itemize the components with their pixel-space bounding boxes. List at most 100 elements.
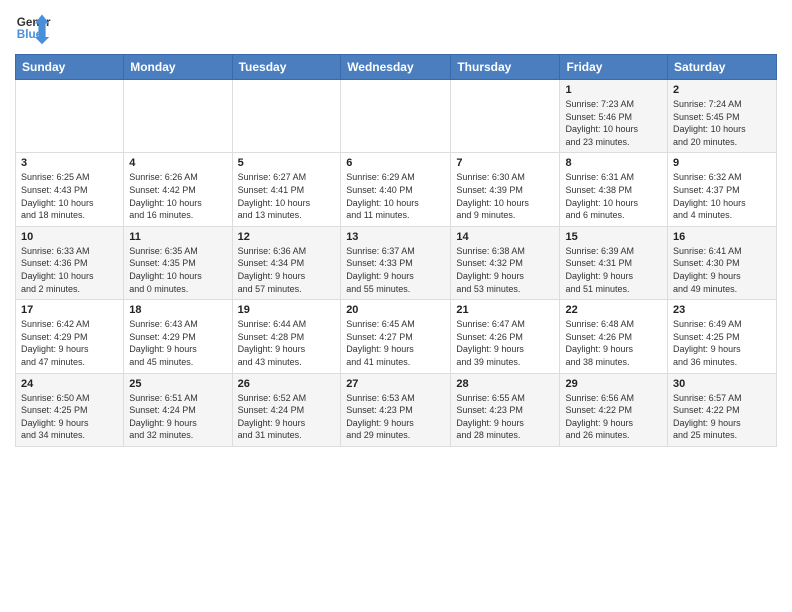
logo-icon: General Blue <box>15 10 51 46</box>
calendar-week-3: 10 Sunrise: 6:33 AM Sunset: 4:36 PM Dayli… <box>16 226 777 299</box>
calendar-cell: 27 Sunrise: 6:53 AM Sunset: 4:23 PM Dayli… <box>341 373 451 446</box>
day-info: Sunrise: 6:55 AM Sunset: 4:23 PM Dayligh… <box>456 392 554 442</box>
day-info: Sunrise: 6:38 AM Sunset: 4:32 PM Dayligh… <box>456 245 554 295</box>
day-number: 4 <box>129 157 226 169</box>
day-number: 30 <box>673 378 771 390</box>
day-number: 10 <box>21 231 118 243</box>
calendar-cell: 9 Sunrise: 6:32 AM Sunset: 4:37 PM Daylig… <box>668 153 777 226</box>
day-info: Sunrise: 6:50 AM Sunset: 4:25 PM Dayligh… <box>21 392 118 442</box>
day-number: 24 <box>21 378 118 390</box>
day-number: 19 <box>238 304 336 316</box>
calendar-cell: 11 Sunrise: 6:35 AM Sunset: 4:35 PM Dayli… <box>124 226 232 299</box>
day-info: Sunrise: 6:30 AM Sunset: 4:39 PM Dayligh… <box>456 171 554 221</box>
day-info: Sunrise: 6:47 AM Sunset: 4:26 PM Dayligh… <box>456 318 554 368</box>
column-header-tuesday: Tuesday <box>232 55 341 80</box>
day-info: Sunrise: 6:39 AM Sunset: 4:31 PM Dayligh… <box>565 245 662 295</box>
calendar-cell: 24 Sunrise: 6:50 AM Sunset: 4:25 PM Dayli… <box>16 373 124 446</box>
day-number: 29 <box>565 378 662 390</box>
calendar-cell: 18Sunrise: 6:43 AM Sunset: 4:29 PM Dayli… <box>124 300 232 373</box>
calendar-week-5: 24 Sunrise: 6:50 AM Sunset: 4:25 PM Dayli… <box>16 373 777 446</box>
day-info: Sunrise: 6:32 AM Sunset: 4:37 PM Dayligh… <box>673 171 771 221</box>
calendar-cell: 28Sunrise: 6:55 AM Sunset: 4:23 PM Dayli… <box>451 373 560 446</box>
calendar-cell: 22 Sunrise: 6:48 AM Sunset: 4:26 PM Dayli… <box>560 300 668 373</box>
day-number: 2 <box>673 84 771 96</box>
day-info: Sunrise: 6:44 AM Sunset: 4:28 PM Dayligh… <box>238 318 336 368</box>
day-info: Sunrise: 6:43 AM Sunset: 4:29 PM Dayligh… <box>129 318 226 368</box>
day-number: 7 <box>456 157 554 169</box>
calendar-cell: 4 Sunrise: 6:26 AM Sunset: 4:42 PM Daylig… <box>124 153 232 226</box>
calendar-week-4: 17 Sunrise: 6:42 AM Sunset: 4:29 PM Dayli… <box>16 300 777 373</box>
day-info: Sunrise: 6:49 AM Sunset: 4:25 PM Dayligh… <box>673 318 771 368</box>
day-info: Sunrise: 6:25 AM Sunset: 4:43 PM Dayligh… <box>21 171 118 221</box>
logo: General Blue <box>15 10 51 46</box>
page-header: General Blue <box>15 10 777 46</box>
calendar-cell: 17 Sunrise: 6:42 AM Sunset: 4:29 PM Dayli… <box>16 300 124 373</box>
calendar-cell: 16Sunrise: 6:41 AM Sunset: 4:30 PM Dayli… <box>668 226 777 299</box>
day-info: Sunrise: 7:23 AM Sunset: 5:46 PM Dayligh… <box>565 98 662 148</box>
calendar-cell: 12 Sunrise: 6:36 AM Sunset: 4:34 PM Dayli… <box>232 226 341 299</box>
day-info: Sunrise: 7:24 AM Sunset: 5:45 PM Dayligh… <box>673 98 771 148</box>
day-info: Sunrise: 6:26 AM Sunset: 4:42 PM Dayligh… <box>129 171 226 221</box>
day-number: 23 <box>673 304 771 316</box>
calendar-cell: 14 Sunrise: 6:38 AM Sunset: 4:32 PM Dayli… <box>451 226 560 299</box>
day-number: 8 <box>565 157 662 169</box>
calendar-cell <box>451 80 560 153</box>
calendar-cell: 2 Sunrise: 7:24 AM Sunset: 5:45 PM Daylig… <box>668 80 777 153</box>
day-number: 17 <box>21 304 118 316</box>
column-header-monday: Monday <box>124 55 232 80</box>
calendar-cell <box>232 80 341 153</box>
day-info: Sunrise: 6:37 AM Sunset: 4:33 PM Dayligh… <box>346 245 445 295</box>
calendar-cell: 30 Sunrise: 6:57 AM Sunset: 4:22 PM Dayli… <box>668 373 777 446</box>
calendar-week-2: 3Sunrise: 6:25 AM Sunset: 4:43 PM Daylig… <box>16 153 777 226</box>
calendar-cell: 5 Sunrise: 6:27 AM Sunset: 4:41 PM Daylig… <box>232 153 341 226</box>
day-info: Sunrise: 6:48 AM Sunset: 4:26 PM Dayligh… <box>565 318 662 368</box>
column-header-thursday: Thursday <box>451 55 560 80</box>
calendar-cell: 7 Sunrise: 6:30 AM Sunset: 4:39 PM Daylig… <box>451 153 560 226</box>
day-number: 6 <box>346 157 445 169</box>
day-info: Sunrise: 6:33 AM Sunset: 4:36 PM Dayligh… <box>21 245 118 295</box>
calendar-cell: 29 Sunrise: 6:56 AM Sunset: 4:22 PM Dayli… <box>560 373 668 446</box>
calendar-header-row: SundayMondayTuesdayWednesdayThursdayFrid… <box>16 55 777 80</box>
calendar-cell: 1 Sunrise: 7:23 AM Sunset: 5:46 PM Daylig… <box>560 80 668 153</box>
day-number: 11 <box>129 231 226 243</box>
calendar-cell: 23 Sunrise: 6:49 AM Sunset: 4:25 PM Dayli… <box>668 300 777 373</box>
day-number: 27 <box>346 378 445 390</box>
day-number: 26 <box>238 378 336 390</box>
calendar-cell: 13Sunrise: 6:37 AM Sunset: 4:33 PM Dayli… <box>341 226 451 299</box>
day-number: 20 <box>346 304 445 316</box>
day-info: Sunrise: 6:29 AM Sunset: 4:40 PM Dayligh… <box>346 171 445 221</box>
day-number: 12 <box>238 231 336 243</box>
day-number: 25 <box>129 378 226 390</box>
day-info: Sunrise: 6:57 AM Sunset: 4:22 PM Dayligh… <box>673 392 771 442</box>
calendar-cell: 15 Sunrise: 6:39 AM Sunset: 4:31 PM Dayli… <box>560 226 668 299</box>
day-info: Sunrise: 6:52 AM Sunset: 4:24 PM Dayligh… <box>238 392 336 442</box>
column-header-saturday: Saturday <box>668 55 777 80</box>
calendar-cell: 19 Sunrise: 6:44 AM Sunset: 4:28 PM Dayli… <box>232 300 341 373</box>
calendar-cell <box>16 80 124 153</box>
column-header-sunday: Sunday <box>16 55 124 80</box>
day-number: 22 <box>565 304 662 316</box>
day-number: 15 <box>565 231 662 243</box>
calendar-cell: 6 Sunrise: 6:29 AM Sunset: 4:40 PM Daylig… <box>341 153 451 226</box>
calendar-cell: 3Sunrise: 6:25 AM Sunset: 4:43 PM Daylig… <box>16 153 124 226</box>
day-number: 1 <box>565 84 662 96</box>
day-info: Sunrise: 6:36 AM Sunset: 4:34 PM Dayligh… <box>238 245 336 295</box>
day-number: 21 <box>456 304 554 316</box>
calendar-cell: 25Sunrise: 6:51 AM Sunset: 4:24 PM Dayli… <box>124 373 232 446</box>
day-info: Sunrise: 6:42 AM Sunset: 4:29 PM Dayligh… <box>21 318 118 368</box>
calendar-week-1: 1 Sunrise: 7:23 AM Sunset: 5:46 PM Daylig… <box>16 80 777 153</box>
calendar-cell: 8 Sunrise: 6:31 AM Sunset: 4:38 PM Daylig… <box>560 153 668 226</box>
day-info: Sunrise: 6:41 AM Sunset: 4:30 PM Dayligh… <box>673 245 771 295</box>
day-number: 5 <box>238 157 336 169</box>
calendar-cell <box>124 80 232 153</box>
column-header-wednesday: Wednesday <box>341 55 451 80</box>
calendar-cell: 26 Sunrise: 6:52 AM Sunset: 4:24 PM Dayli… <box>232 373 341 446</box>
day-info: Sunrise: 6:31 AM Sunset: 4:38 PM Dayligh… <box>565 171 662 221</box>
day-info: Sunrise: 6:27 AM Sunset: 4:41 PM Dayligh… <box>238 171 336 221</box>
day-number: 9 <box>673 157 771 169</box>
day-info: Sunrise: 6:35 AM Sunset: 4:35 PM Dayligh… <box>129 245 226 295</box>
day-number: 14 <box>456 231 554 243</box>
day-info: Sunrise: 6:53 AM Sunset: 4:23 PM Dayligh… <box>346 392 445 442</box>
day-info: Sunrise: 6:56 AM Sunset: 4:22 PM Dayligh… <box>565 392 662 442</box>
calendar-table: SundayMondayTuesdayWednesdayThursdayFrid… <box>15 54 777 447</box>
